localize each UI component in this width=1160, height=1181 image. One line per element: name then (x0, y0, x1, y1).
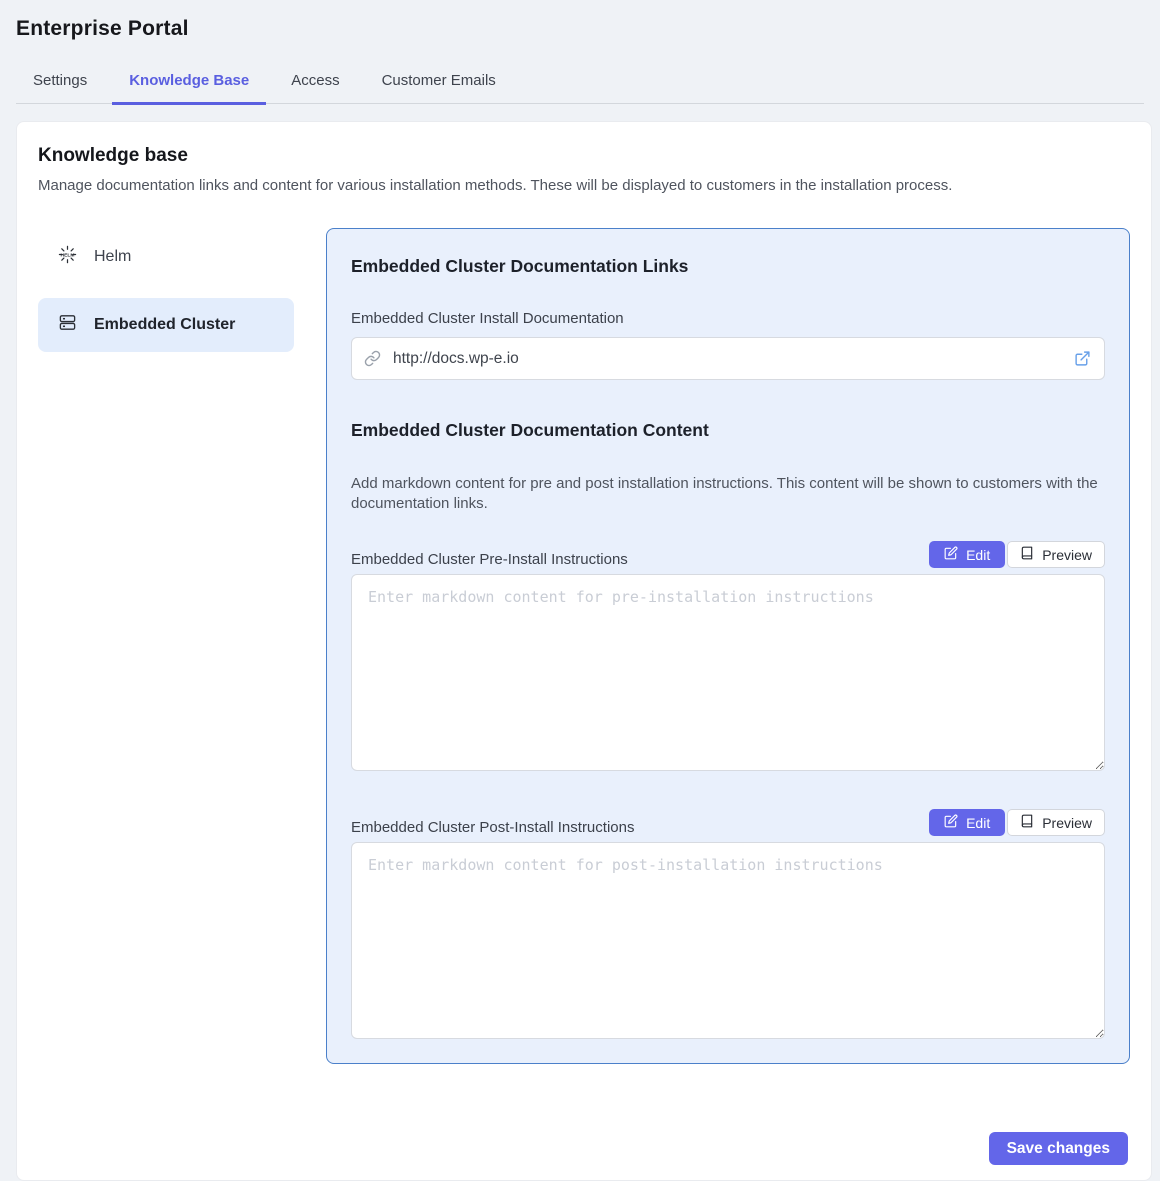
preview-button-label: Preview (1042, 815, 1092, 831)
tab-settings[interactable]: Settings (16, 62, 104, 105)
preview-button-label: Preview (1042, 547, 1092, 563)
server-stack-icon (58, 313, 77, 337)
knowledge-base-card: Knowledge base Manage documentation link… (16, 121, 1152, 1181)
pre-install-textarea[interactable] (351, 574, 1105, 771)
book-icon (1020, 546, 1034, 563)
card-description: Manage documentation links and content f… (38, 177, 1130, 194)
post-install-mode-toggle: Edit Preview (929, 809, 1105, 836)
sidebar-item-label: Embedded Cluster (94, 316, 235, 334)
page-header: Enterprise Portal (0, 0, 1160, 41)
page-title: Enterprise Portal (16, 17, 1144, 41)
footer-actions: Save changes (38, 1132, 1130, 1165)
content-row: HELM Helm Embedded Cluster Embedde (38, 228, 1130, 1064)
save-changes-button[interactable]: Save changes (989, 1132, 1128, 1165)
card-title: Knowledge base (38, 145, 1130, 167)
tab-access[interactable]: Access (274, 62, 356, 105)
pre-install-preview-button[interactable]: Preview (1007, 541, 1105, 568)
embedded-cluster-panel: Embedded Cluster Documentation Links Emb… (326, 228, 1130, 1064)
edit-icon (944, 814, 958, 831)
install-doc-input-wrap (351, 337, 1105, 380)
tab-customer-emails[interactable]: Customer Emails (365, 62, 513, 105)
edit-icon (944, 546, 958, 563)
svg-text:HELM: HELM (61, 252, 75, 258)
edit-button-label: Edit (966, 815, 990, 831)
sidebar-item-embedded-cluster[interactable]: Embedded Cluster (38, 298, 294, 352)
post-install-textarea[interactable] (351, 842, 1105, 1039)
helm-icon: HELM (58, 245, 77, 269)
book-icon (1020, 814, 1034, 831)
post-install-label: Embedded Cluster Post-Install Instructio… (351, 819, 634, 836)
external-link-icon[interactable] (1074, 350, 1091, 372)
post-install-preview-button[interactable]: Preview (1007, 809, 1105, 836)
tab-knowledge-base[interactable]: Knowledge Base (112, 62, 266, 105)
install-method-nav: HELM Helm Embedded Cluster (38, 228, 294, 1064)
post-install-label-row: Embedded Cluster Post-Install Instructio… (351, 809, 1105, 836)
links-section-title: Embedded Cluster Documentation Links (351, 256, 1105, 277)
edit-button-label: Edit (966, 547, 990, 563)
link-icon (364, 350, 381, 372)
tab-bar: Settings Knowledge Base Access Customer … (16, 62, 1144, 104)
sidebar-item-helm[interactable]: HELM Helm (38, 230, 294, 284)
post-install-edit-button[interactable]: Edit (929, 809, 1005, 836)
pre-install-edit-button[interactable]: Edit (929, 541, 1005, 568)
pre-install-label-row: Embedded Cluster Pre-Install Instruction… (351, 541, 1105, 568)
pre-install-mode-toggle: Edit Preview (929, 541, 1105, 568)
install-doc-input[interactable] (351, 337, 1105, 380)
sidebar-item-label: Helm (94, 248, 131, 266)
content-section-title: Embedded Cluster Documentation Content (351, 420, 1105, 441)
pre-install-label: Embedded Cluster Pre-Install Instruction… (351, 551, 628, 568)
content-section-description: Add markdown content for pre and post in… (351, 474, 1103, 514)
install-doc-label: Embedded Cluster Install Documentation (351, 310, 1105, 327)
